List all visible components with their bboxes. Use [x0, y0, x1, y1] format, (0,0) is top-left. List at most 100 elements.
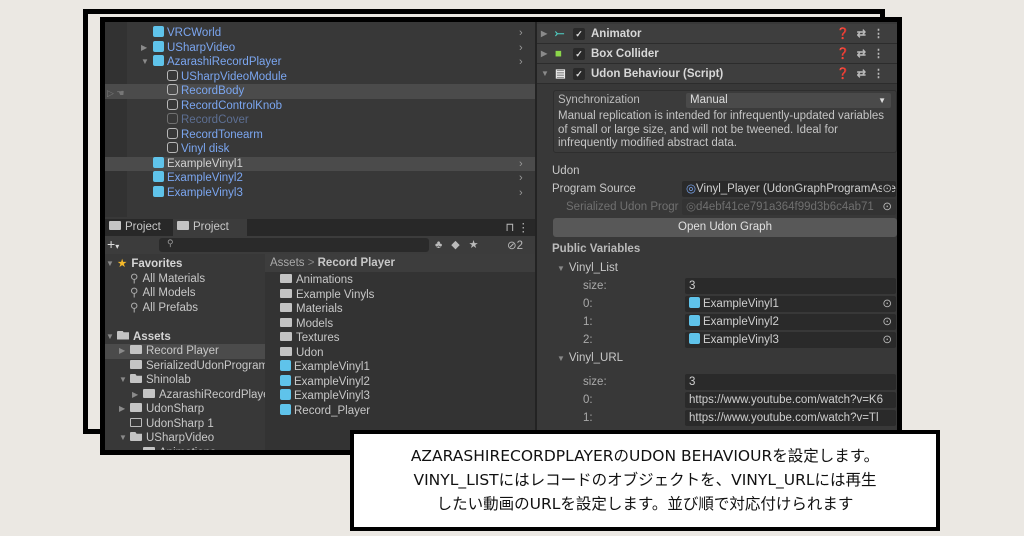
hierarchy-item[interactable]: Vinyl disk: [105, 142, 535, 157]
expanded-arrow-icon[interactable]: ▼: [106, 330, 114, 345]
chevron-right-icon[interactable]: ›: [519, 157, 523, 172]
chevron-right-icon[interactable]: ›: [519, 55, 523, 70]
hidden-packages-toggle[interactable]: ⊘2: [507, 238, 523, 252]
hierarchy-item[interactable]: ExampleVinyl3 ›: [105, 185, 535, 201]
size-field[interactable]: 3: [685, 374, 896, 390]
filter-icons[interactable]: ♣◆★: [435, 238, 488, 251]
breadcrumb-root[interactable]: Assets: [270, 257, 305, 269]
asset-item[interactable]: Models: [280, 317, 333, 332]
lock-and-menu-icon[interactable]: ⊓ ⋮: [505, 220, 529, 234]
hierarchy-item[interactable]: RecordTonearm: [105, 127, 535, 143]
object-picker-icon[interactable]: ⊙: [882, 181, 892, 197]
expanded-arrow-icon[interactable]: ▼: [119, 431, 127, 446]
hierarchy-item-label: VRCWorld: [167, 27, 222, 39]
program-source-field[interactable]: ◎Vinyl_Player (UdonGraphProgramAsset) ⊙: [682, 181, 896, 197]
project-tree-item[interactable]: ▼ Assets: [105, 330, 265, 345]
project-tree-item[interactable]: ▼ Shinolab: [105, 373, 265, 388]
element-field[interactable]: ExampleVinyl3 ⊙: [685, 332, 896, 348]
project-tree-item[interactable]: ▼ USharpVideo: [105, 431, 265, 446]
hierarchy-item[interactable]: VRCWorld ›: [105, 26, 535, 41]
project-tree-item[interactable]: ▼ ★ Favorites: [105, 257, 265, 272]
hierarchy-item[interactable]: ▼ AzarashiRecordPlayer ›: [105, 55, 535, 70]
enabled-checkbox[interactable]: ✓: [573, 28, 585, 40]
object-picker-icon[interactable]: ⊙: [882, 296, 892, 312]
asset-item[interactable]: ExampleVinyl3: [280, 389, 370, 404]
collapsed-arrow-icon[interactable]: ▶: [119, 344, 125, 359]
chevron-right-icon[interactable]: ›: [519, 171, 523, 186]
tab-project-2[interactable]: Project: [173, 219, 247, 236]
expanded-arrow-icon[interactable]: ▼: [557, 264, 565, 273]
hierarchy-item[interactable]: RecordBody: [105, 84, 535, 99]
folder-icon: [130, 403, 142, 412]
project-tree-item[interactable]: ⚲ All Materials: [105, 272, 265, 287]
tab-project-1[interactable]: Project: [105, 219, 171, 236]
collapsed-arrow-icon[interactable]: ▶: [132, 388, 138, 403]
synchronization-dropdown[interactable]: Manual ▼: [686, 93, 891, 108]
array-vinyl_url[interactable]: ▼ Vinyl_URL: [557, 352, 623, 364]
serialized-program-field: ◎d4ebf41ce791a364f99d3b6c4ab71 ⊙: [682, 199, 896, 215]
enabled-checkbox[interactable]: ✓: [573, 48, 585, 60]
project-folder-tree: ▼ ★ Favorites ⚲ All Materials ⚲ All Models ⚲ All…: [105, 254, 270, 450]
expanded-arrow-icon[interactable]: ▼: [119, 373, 127, 388]
collapsed-arrow-icon[interactable]: ▶: [119, 402, 125, 417]
project-tree-item[interactable]: ⚲ All Models: [105, 286, 265, 301]
gameobject-icon: [167, 69, 178, 81]
asset-item[interactable]: Materials: [280, 302, 343, 317]
hierarchy-item[interactable]: USharpVideoModule: [105, 69, 535, 85]
project-tree-item[interactable]: ▶ UdonSharp: [105, 402, 265, 417]
chevron-right-icon[interactable]: ›: [519, 41, 523, 56]
element-field[interactable]: ExampleVinyl2 ⊙: [685, 314, 896, 330]
asset-item[interactable]: Udon: [280, 346, 324, 361]
asset-item[interactable]: Animations: [280, 273, 353, 288]
size-field[interactable]: 3: [685, 278, 896, 294]
project-tree-item[interactable]: ⚲ All Prefabs: [105, 301, 265, 316]
folder-icon: [143, 388, 155, 398]
project-tree-item[interactable]: Animations: [105, 446, 265, 450]
project-tree-item[interactable]: SerializedUdonProgram: [105, 359, 268, 374]
collapsed-arrow-icon[interactable]: ▶: [141, 41, 147, 56]
collapsed-arrow-icon[interactable]: ▶: [541, 24, 547, 44]
hierarchy-item[interactable]: ▶ USharpVideo ›: [105, 40, 535, 56]
element-field[interactable]: https://www.youtube.com/watch?v=K6: [685, 392, 896, 408]
enabled-checkbox[interactable]: ✓: [573, 68, 585, 80]
element-field[interactable]: ExampleVinyl1 ⊙: [685, 296, 896, 312]
project-tree-item[interactable]: ▶ AzarashiRecordPlaye: [105, 388, 270, 403]
expanded-arrow-icon[interactable]: ▼: [557, 354, 565, 363]
expanded-arrow-icon[interactable]: ▼: [141, 55, 149, 70]
component-actions-icons[interactable]: ❓⇄⋮: [836, 24, 891, 44]
asset-item[interactable]: Textures: [280, 331, 339, 346]
visibility-toggle-icon[interactable]: ▷ ☚: [107, 88, 125, 99]
object-picker-icon[interactable]: ⊙: [882, 332, 892, 348]
chevron-right-icon[interactable]: ›: [519, 26, 523, 41]
project-tree-item[interactable]: UdonSharp 1: [105, 417, 265, 432]
expanded-arrow-icon[interactable]: ▼: [106, 257, 114, 272]
asset-item[interactable]: ExampleVinyl1: [280, 360, 370, 375]
project-search-input[interactable]: ⚲: [159, 238, 429, 252]
open-udon-graph-button[interactable]: Open Udon Graph: [553, 218, 897, 237]
asset-item[interactable]: ExampleVinyl2: [280, 374, 370, 390]
hierarchy-item-label: RecordCover: [181, 114, 249, 126]
component-actions-icons[interactable]: ❓⇄⋮: [836, 64, 891, 84]
hierarchy-item[interactable]: ExampleVinyl1 ›: [105, 156, 535, 172]
expanded-arrow-icon[interactable]: ▼: [541, 64, 549, 84]
prefab-icon: [153, 40, 164, 52]
project-tree-item-content: Record Player: [130, 344, 219, 359]
component-header-animator[interactable]: ▶ ⤚ ✓ Animator ❓⇄⋮: [537, 24, 897, 44]
element-field[interactable]: https://www.youtube.com/watch?v=Tl: [685, 410, 896, 426]
component-name: Box Collider: [591, 48, 659, 60]
object-picker-icon[interactable]: ⊙: [882, 314, 892, 330]
hierarchy-item[interactable]: RecordControlKnob: [105, 98, 535, 114]
component-actions-icons[interactable]: ❓⇄⋮: [836, 44, 891, 64]
asset-item[interactable]: Record_Player: [280, 403, 370, 419]
component-header-box-collider[interactable]: ▶ ■ ✓ Box Collider ❓⇄⋮: [537, 44, 897, 64]
hierarchy-item[interactable]: RecordCover: [105, 113, 535, 128]
prefab-icon: [280, 374, 291, 386]
chevron-right-icon[interactable]: ›: [519, 186, 523, 201]
hierarchy-item[interactable]: ExampleVinyl2 ›: [105, 171, 535, 186]
asset-item[interactable]: Example Vinyls: [280, 288, 374, 303]
project-tree-item[interactable]: ▶ Record Player: [105, 344, 265, 359]
component-header-udon-behaviour-script-[interactable]: ▼ ▤ ✓ Udon Behaviour (Script) ❓⇄⋮: [537, 64, 897, 84]
add-asset-button[interactable]: +▾: [107, 236, 119, 255]
collapsed-arrow-icon[interactable]: ▶: [541, 44, 547, 64]
array-vinyl_list[interactable]: ▼ Vinyl_List: [557, 262, 618, 274]
